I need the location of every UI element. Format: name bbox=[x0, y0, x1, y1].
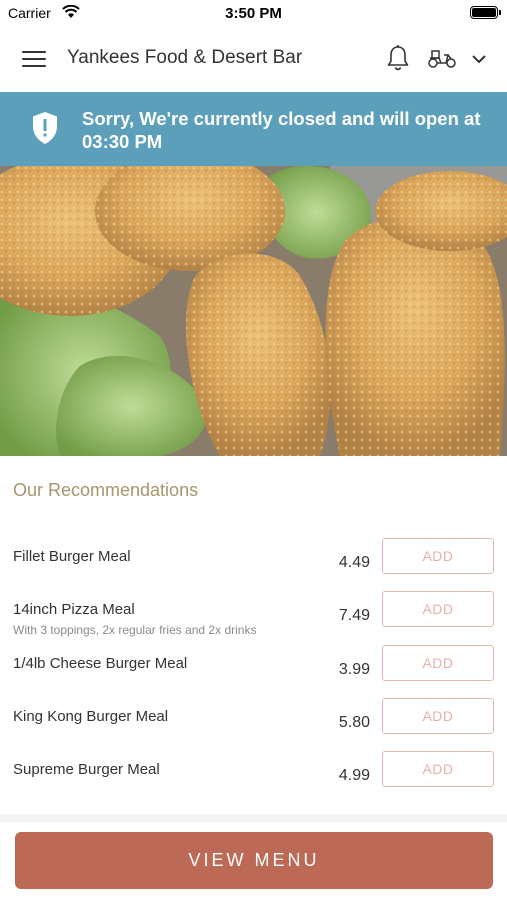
add-button[interactable]: ADD bbox=[382, 698, 494, 734]
footer-divider bbox=[0, 814, 507, 822]
item-price: 4.49 bbox=[338, 554, 370, 571]
add-button[interactable]: ADD bbox=[382, 751, 494, 787]
add-button[interactable]: ADD bbox=[382, 645, 494, 681]
item-price: 5.80 bbox=[338, 714, 370, 731]
closed-banner: Sorry, We're currently closed and will o… bbox=[0, 92, 507, 166]
hero-image bbox=[0, 166, 507, 456]
item-name: Fillet Burger Meal bbox=[13, 548, 131, 565]
page-title: Yankees Food & Desert Bar bbox=[67, 47, 303, 68]
status-bar: Carrier 3:50 PM bbox=[0, 0, 507, 26]
item-name: 14inch Pizza Meal bbox=[13, 601, 135, 618]
battery-icon bbox=[470, 6, 501, 19]
scooter-icon[interactable] bbox=[427, 47, 457, 74]
add-button[interactable]: ADD bbox=[382, 591, 494, 627]
view-menu-button[interactable]: VIEW MENU bbox=[15, 832, 493, 889]
menu-item: Supreme Burger Meal 4.99 ADD bbox=[0, 751, 507, 814]
menu-icon[interactable] bbox=[22, 51, 46, 69]
item-price: 7.49 bbox=[338, 607, 370, 624]
app-header: Yankees Food & Desert Bar bbox=[0, 26, 507, 92]
item-name: Supreme Burger Meal bbox=[13, 761, 160, 778]
add-button[interactable]: ADD bbox=[382, 538, 494, 574]
closed-message: Sorry, We're currently closed and will o… bbox=[82, 108, 481, 152]
recommendations-title: Our Recommendations bbox=[13, 480, 199, 500]
shield-alert-icon bbox=[31, 110, 59, 151]
item-name: King Kong Burger Meal bbox=[13, 708, 169, 725]
item-price: 4.99 bbox=[338, 767, 370, 784]
item-price: 3.99 bbox=[338, 661, 370, 678]
bell-icon[interactable] bbox=[386, 44, 410, 77]
item-description: With 3 toppings, 2x regular fries and 2x… bbox=[13, 623, 257, 637]
status-time: 3:50 PM bbox=[225, 5, 282, 22]
chevron-down-icon[interactable] bbox=[471, 52, 487, 70]
item-name: 1/4lb Cheese Burger Meal bbox=[13, 655, 188, 672]
